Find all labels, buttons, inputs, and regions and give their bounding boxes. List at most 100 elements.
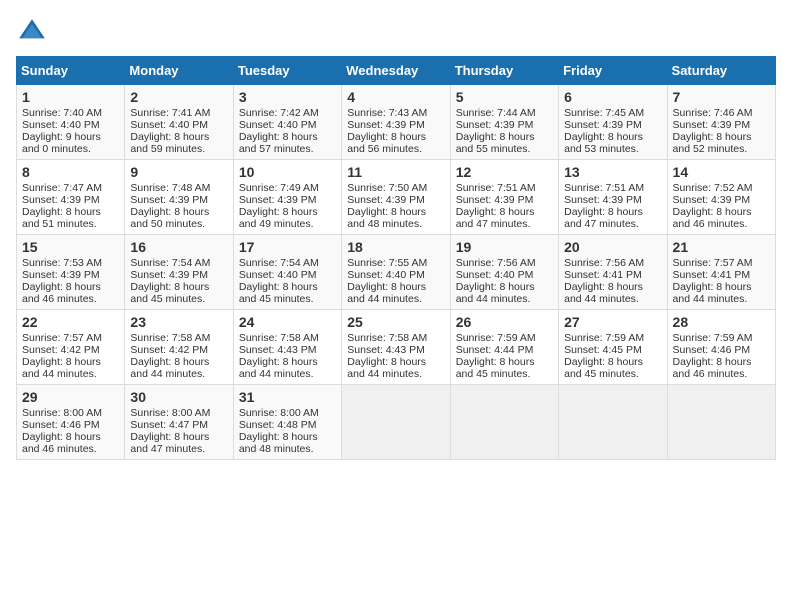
daylight: Daylight: 9 hours and 0 minutes. <box>22 131 101 155</box>
day-number: 9 <box>130 164 227 180</box>
sunrise: Sunrise: 7:54 AM <box>130 257 210 269</box>
sunset: Sunset: 4:39 PM <box>564 119 642 131</box>
sunrise: Sunrise: 7:59 AM <box>673 332 753 344</box>
sunset: Sunset: 4:39 PM <box>347 194 425 206</box>
daylight: Daylight: 8 hours and 44 minutes. <box>239 356 318 380</box>
sunrise: Sunrise: 7:46 AM <box>673 107 753 119</box>
sunset: Sunset: 4:39 PM <box>130 269 208 281</box>
sunrise: Sunrise: 7:54 AM <box>239 257 319 269</box>
sunset: Sunset: 4:40 PM <box>239 269 317 281</box>
daylight: Daylight: 8 hours and 46 minutes. <box>22 281 101 305</box>
day-number: 10 <box>239 164 336 180</box>
daylight: Daylight: 8 hours and 45 minutes. <box>239 281 318 305</box>
calendar-cell <box>559 385 667 460</box>
sunset: Sunset: 4:48 PM <box>239 419 317 431</box>
calendar-cell: 15 Sunrise: 7:53 AM Sunset: 4:39 PM Dayl… <box>17 235 125 310</box>
column-header-thursday: Thursday <box>450 57 558 85</box>
sunset: Sunset: 4:43 PM <box>347 344 425 356</box>
day-number: 13 <box>564 164 661 180</box>
calendar-cell: 16 Sunrise: 7:54 AM Sunset: 4:39 PM Dayl… <box>125 235 233 310</box>
logo-icon <box>16 16 48 48</box>
calendar-cell: 7 Sunrise: 7:46 AM Sunset: 4:39 PM Dayli… <box>667 85 775 160</box>
logo <box>16 16 52 48</box>
sunrise: Sunrise: 7:56 AM <box>564 257 644 269</box>
column-header-monday: Monday <box>125 57 233 85</box>
calendar-cell: 3 Sunrise: 7:42 AM Sunset: 4:40 PM Dayli… <box>233 85 341 160</box>
daylight: Daylight: 8 hours and 55 minutes. <box>456 131 535 155</box>
calendar-cell: 14 Sunrise: 7:52 AM Sunset: 4:39 PM Dayl… <box>667 160 775 235</box>
calendar-cell: 11 Sunrise: 7:50 AM Sunset: 4:39 PM Dayl… <box>342 160 450 235</box>
calendar-cell: 26 Sunrise: 7:59 AM Sunset: 4:44 PM Dayl… <box>450 310 558 385</box>
day-number: 19 <box>456 239 553 255</box>
day-number: 3 <box>239 89 336 105</box>
calendar-cell: 30 Sunrise: 8:00 AM Sunset: 4:47 PM Dayl… <box>125 385 233 460</box>
daylight: Daylight: 8 hours and 52 minutes. <box>673 131 752 155</box>
day-number: 24 <box>239 314 336 330</box>
sunset: Sunset: 4:46 PM <box>22 419 100 431</box>
sunrise: Sunrise: 7:41 AM <box>130 107 210 119</box>
sunrise: Sunrise: 7:52 AM <box>673 182 753 194</box>
calendar-cell: 1 Sunrise: 7:40 AM Sunset: 4:40 PM Dayli… <box>17 85 125 160</box>
sunrise: Sunrise: 7:55 AM <box>347 257 427 269</box>
daylight: Daylight: 8 hours and 56 minutes. <box>347 131 426 155</box>
calendar-week-2: 8 Sunrise: 7:47 AM Sunset: 4:39 PM Dayli… <box>17 160 776 235</box>
daylight: Daylight: 8 hours and 44 minutes. <box>456 281 535 305</box>
daylight: Daylight: 8 hours and 57 minutes. <box>239 131 318 155</box>
sunrise: Sunrise: 7:57 AM <box>673 257 753 269</box>
daylight: Daylight: 8 hours and 44 minutes. <box>130 356 209 380</box>
sunrise: Sunrise: 8:00 AM <box>22 407 102 419</box>
calendar-cell: 8 Sunrise: 7:47 AM Sunset: 4:39 PM Dayli… <box>17 160 125 235</box>
calendar-cell: 22 Sunrise: 7:57 AM Sunset: 4:42 PM Dayl… <box>17 310 125 385</box>
day-number: 1 <box>22 89 119 105</box>
calendar-week-5: 29 Sunrise: 8:00 AM Sunset: 4:46 PM Dayl… <box>17 385 776 460</box>
calendar-cell: 5 Sunrise: 7:44 AM Sunset: 4:39 PM Dayli… <box>450 85 558 160</box>
day-number: 21 <box>673 239 770 255</box>
daylight: Daylight: 8 hours and 48 minutes. <box>239 431 318 455</box>
sunset: Sunset: 4:44 PM <box>456 344 534 356</box>
column-header-friday: Friday <box>559 57 667 85</box>
sunrise: Sunrise: 7:49 AM <box>239 182 319 194</box>
daylight: Daylight: 8 hours and 46 minutes. <box>22 431 101 455</box>
sunset: Sunset: 4:41 PM <box>673 269 751 281</box>
calendar-cell: 4 Sunrise: 7:43 AM Sunset: 4:39 PM Dayli… <box>342 85 450 160</box>
calendar: SundayMondayTuesdayWednesdayThursdayFrid… <box>16 56 776 460</box>
day-number: 30 <box>130 389 227 405</box>
sunset: Sunset: 4:39 PM <box>456 194 534 206</box>
sunset: Sunset: 4:39 PM <box>673 119 751 131</box>
daylight: Daylight: 8 hours and 44 minutes. <box>673 281 752 305</box>
daylight: Daylight: 8 hours and 45 minutes. <box>564 356 643 380</box>
sunset: Sunset: 4:40 PM <box>239 119 317 131</box>
daylight: Daylight: 8 hours and 59 minutes. <box>130 131 209 155</box>
day-number: 29 <box>22 389 119 405</box>
sunset: Sunset: 4:40 PM <box>347 269 425 281</box>
daylight: Daylight: 8 hours and 53 minutes. <box>564 131 643 155</box>
column-header-saturday: Saturday <box>667 57 775 85</box>
sunrise: Sunrise: 7:43 AM <box>347 107 427 119</box>
sunrise: Sunrise: 7:44 AM <box>456 107 536 119</box>
sunset: Sunset: 4:42 PM <box>130 344 208 356</box>
sunrise: Sunrise: 8:00 AM <box>130 407 210 419</box>
daylight: Daylight: 8 hours and 48 minutes. <box>347 206 426 230</box>
sunrise: Sunrise: 7:50 AM <box>347 182 427 194</box>
sunrise: Sunrise: 7:59 AM <box>456 332 536 344</box>
calendar-cell: 18 Sunrise: 7:55 AM Sunset: 4:40 PM Dayl… <box>342 235 450 310</box>
sunset: Sunset: 4:39 PM <box>673 194 751 206</box>
sunrise: Sunrise: 7:51 AM <box>456 182 536 194</box>
day-number: 25 <box>347 314 444 330</box>
calendar-cell <box>667 385 775 460</box>
calendar-cell: 6 Sunrise: 7:45 AM Sunset: 4:39 PM Dayli… <box>559 85 667 160</box>
calendar-cell: 17 Sunrise: 7:54 AM Sunset: 4:40 PM Dayl… <box>233 235 341 310</box>
day-number: 26 <box>456 314 553 330</box>
sunrise: Sunrise: 7:56 AM <box>456 257 536 269</box>
sunset: Sunset: 4:39 PM <box>22 269 100 281</box>
sunrise: Sunrise: 7:57 AM <box>22 332 102 344</box>
day-number: 27 <box>564 314 661 330</box>
column-header-sunday: Sunday <box>17 57 125 85</box>
sunset: Sunset: 4:39 PM <box>456 119 534 131</box>
column-header-tuesday: Tuesday <box>233 57 341 85</box>
day-number: 15 <box>22 239 119 255</box>
day-number: 20 <box>564 239 661 255</box>
sunset: Sunset: 4:40 PM <box>456 269 534 281</box>
calendar-week-1: 1 Sunrise: 7:40 AM Sunset: 4:40 PM Dayli… <box>17 85 776 160</box>
sunset: Sunset: 4:39 PM <box>239 194 317 206</box>
